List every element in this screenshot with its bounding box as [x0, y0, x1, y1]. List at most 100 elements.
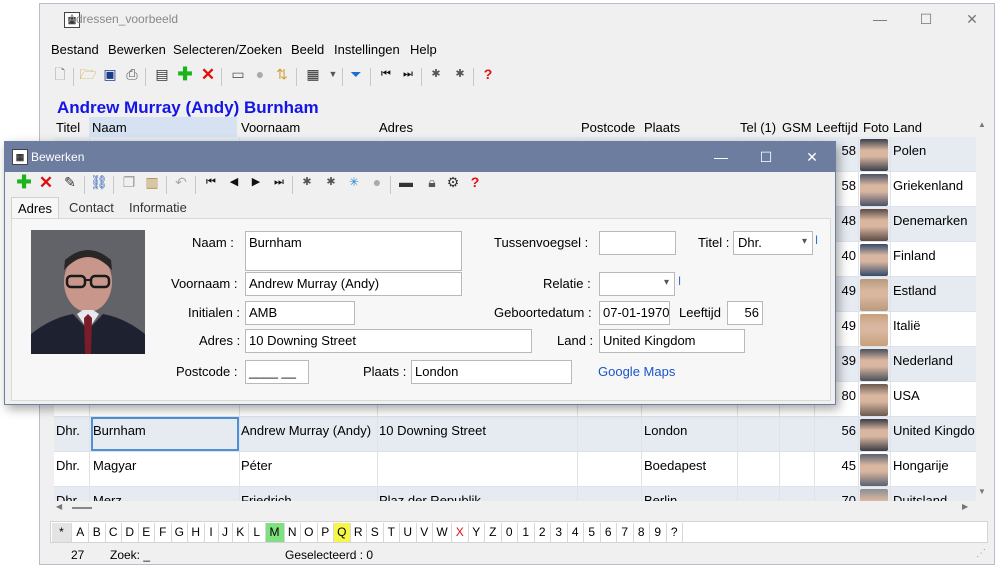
next-record-icon[interactable]: ▶ — [246, 172, 266, 192]
letter-filter-9[interactable]: 9 — [650, 523, 667, 542]
cell-voornaam[interactable]: Friedrich — [241, 493, 377, 501]
paste-icon[interactable]: ▥ — [142, 172, 162, 192]
letter-filter-s[interactable]: S — [367, 523, 384, 542]
header-land[interactable]: Land — [893, 120, 922, 135]
header-titel[interactable]: Titel — [56, 120, 80, 135]
letter-filter-f[interactable]: F — [155, 523, 172, 542]
letter-filter-0[interactable]: 0 — [502, 523, 518, 542]
print-icon[interactable]: ⎙ — [122, 64, 142, 84]
new-file-icon[interactable]: 🗋 — [50, 64, 70, 84]
edit-record-icon[interactable]: ▤ — [152, 64, 172, 84]
tab-adres[interactable]: Adres — [11, 197, 59, 219]
cell-land[interactable]: Estland — [893, 283, 982, 298]
header-plaats[interactable]: Plaats — [644, 120, 680, 135]
letter-filter-k[interactable]: K — [233, 523, 249, 542]
cell-plaats[interactable]: London — [644, 423, 736, 438]
letter-filter-7[interactable]: 7 — [617, 523, 634, 542]
menu-bestand[interactable]: Bestand — [51, 42, 99, 57]
first-record-icon[interactable]: ⏮ — [376, 64, 396, 84]
scroll-thumb[interactable] — [72, 507, 92, 509]
menu-instellingen[interactable]: Instellingen — [334, 42, 400, 57]
clear-icon[interactable]: ✎ — [60, 172, 80, 192]
geboortedatum-field[interactable]: 07-01-1970 — [599, 301, 670, 325]
last-record-icon[interactable]: ⏭ — [398, 64, 418, 84]
header-postcode[interactable]: Postcode — [581, 120, 635, 135]
horizontal-scrollbar[interactable]: ◀ ▶ — [54, 501, 976, 515]
scroll-left-icon[interactable]: ◀ — [56, 502, 62, 511]
save-icon[interactable]: ▣ — [100, 64, 120, 84]
prev-record-icon[interactable]: ◀ — [224, 172, 244, 192]
letter-filter-n[interactable]: N — [285, 523, 301, 542]
mark-prev-icon[interactable]: ✱ — [426, 64, 446, 84]
cell-naam[interactable]: Magyar — [93, 458, 237, 473]
mark-next-icon[interactable]: ✱ — [450, 64, 470, 84]
header-tel[interactable]: Tel (1) — [740, 120, 776, 135]
postcode-field[interactable]: ____ __ — [245, 360, 309, 384]
relatie-info-icon[interactable]: ǀ — [678, 274, 681, 288]
scroll-down-icon[interactable]: ▼ — [978, 487, 986, 496]
table-row[interactable]: Dhr. Burnham Andrew Murray (Andy) 10 Downin… — [54, 417, 982, 452]
leeftijd-field[interactable]: 56 — [727, 301, 763, 325]
letter-filter-p[interactable]: P — [318, 523, 334, 542]
letter-filter-q[interactable]: Q — [334, 523, 351, 542]
cell-adres[interactable]: 10 Downing Street — [379, 423, 577, 438]
cell-land[interactable]: Polen — [893, 143, 982, 158]
cell-land[interactable]: Hongarije — [893, 458, 982, 473]
letter-filter-b[interactable]: B — [89, 523, 106, 542]
titel-info-icon[interactable]: ǀ — [815, 233, 818, 247]
cell-naam[interactable]: Merz — [93, 493, 237, 501]
letter-filter-m[interactable]: M — [265, 523, 285, 542]
open-folder-icon[interactable]: 🗁 — [78, 64, 98, 84]
letter-filter-w[interactable]: W — [433, 523, 452, 542]
cell-titel[interactable]: Dhr. — [56, 423, 88, 438]
scroll-up-icon[interactable]: ▲ — [978, 120, 986, 129]
vertical-scrollbar[interactable]: ▲ ▼ — [976, 117, 990, 501]
letter-filter-o[interactable]: O — [301, 523, 318, 542]
filter-icon[interactable]: ⏷ — [346, 64, 366, 84]
letter-filter-y[interactable]: Y — [469, 523, 485, 542]
letter-filter-j[interactable]: J — [219, 523, 233, 542]
cell-titel[interactable]: Dhr. — [56, 458, 88, 473]
copy-icon[interactable]: ❐ — [119, 172, 139, 192]
undo-icon[interactable]: ↶ — [171, 172, 191, 192]
letter-filter-t[interactable]: T — [384, 523, 400, 542]
cell-leeftijd[interactable]: 70 — [814, 493, 856, 501]
cell-plaats[interactable]: Boedapest — [644, 458, 736, 473]
chevron-down-icon[interactable]: ▼ — [323, 64, 343, 84]
dialog-maximize-button[interactable]: ☐ — [743, 142, 789, 172]
initialen-field[interactable]: AMB — [245, 301, 355, 325]
letter-filter-i[interactable]: I — [205, 523, 219, 542]
cell-adres[interactable]: Plaz der Republik — [379, 493, 577, 501]
header-adres[interactable]: Adres — [379, 120, 413, 135]
land-field[interactable]: United Kingdom — [599, 329, 745, 353]
cell-leeftijd[interactable]: 45 — [814, 458, 856, 473]
cell-plaats[interactable]: Berlin — [644, 493, 736, 501]
cell-land[interactable]: Duitsland — [893, 493, 982, 501]
letter-filter-a[interactable]: A — [73, 523, 89, 542]
titel-dropdown[interactable]: Dhr. ▾ — [733, 231, 813, 255]
mark-next-icon[interactable]: ✱ — [321, 172, 341, 192]
naam-field[interactable]: Burnham — [245, 231, 462, 271]
cell-voornaam[interactable]: Andrew Murray (Andy) — [241, 423, 377, 438]
letter-filter-4[interactable]: 4 — [568, 523, 584, 542]
menu-help[interactable]: Help — [410, 42, 437, 57]
table-view-icon[interactable]: ▦ — [303, 64, 323, 84]
delete-icon[interactable]: ✕ — [36, 172, 56, 192]
letter-filter-g[interactable]: G — [172, 523, 188, 542]
adres-field[interactable]: 10 Downing Street — [245, 329, 532, 353]
cell-land[interactable]: Finland — [893, 248, 982, 263]
letter-filter-3[interactable]: 3 — [551, 523, 568, 542]
letter-filter-v[interactable]: V — [417, 523, 433, 542]
card-icon[interactable]: ▬ — [396, 172, 416, 192]
menu-selecteren-zoeken[interactable]: Selecteren/Zoeken — [173, 42, 282, 57]
table-row[interactable]: Dhr. Merz Friedrich Plaz der Republik Berlin… — [54, 487, 982, 501]
letter-filter-other[interactable]: ? — [667, 523, 683, 542]
last-record-icon[interactable]: ⏭ — [269, 172, 289, 192]
menu-bewerken[interactable]: Bewerken — [108, 42, 166, 57]
plaats-field[interactable]: London — [411, 360, 572, 384]
letter-filter-e[interactable]: E — [139, 523, 155, 542]
header-leeftijd[interactable]: Leeftijd — [816, 120, 858, 135]
letter-filter-5[interactable]: 5 — [584, 523, 601, 542]
cell-naam[interactable]: Burnham — [93, 423, 237, 438]
letter-filter-c[interactable]: C — [106, 523, 122, 542]
